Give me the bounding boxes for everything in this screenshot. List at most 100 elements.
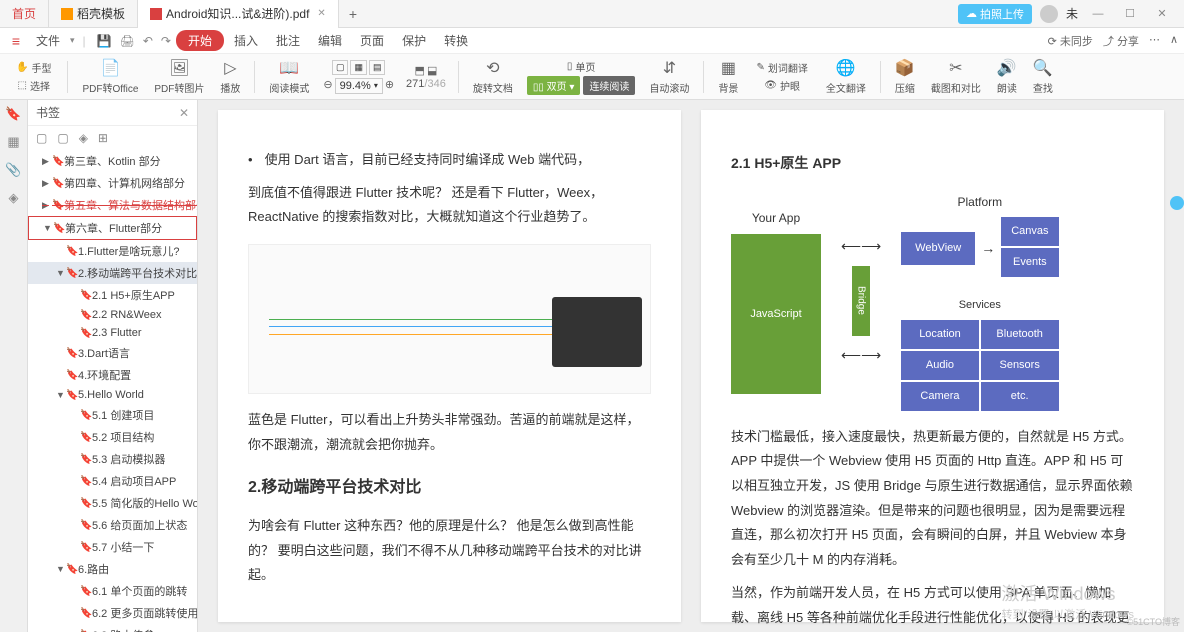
app-menu-icon[interactable]: ≡: [6, 31, 26, 51]
save-icon[interactable]: 💾: [94, 34, 115, 48]
fit-icon-1[interactable]: ⬒: [415, 64, 425, 77]
thumbnail-panel-icon[interactable]: ▦: [6, 134, 22, 150]
bookmark-item[interactable]: 🔖5.4 启动项目APP: [28, 470, 197, 492]
read-aloud[interactable]: 🔊朗读: [991, 58, 1023, 95]
continuous-read[interactable]: 连续阅读: [583, 76, 635, 95]
redo-icon[interactable]: ↷: [158, 34, 174, 48]
more-icon[interactable]: ⋯: [1149, 33, 1160, 49]
bookmark-item[interactable]: 🔖2.1 H5+原生APP: [28, 284, 197, 306]
bm-tool-1[interactable]: ▢: [36, 131, 47, 145]
rotate[interactable]: ⟲旋转文档: [467, 58, 519, 95]
bookmark-item[interactable]: 🔖2.3 Flutter: [28, 324, 197, 342]
rotate-icon: ⟲: [483, 58, 503, 78]
tab-file[interactable]: Android知识...试&进阶).pdf✕: [138, 0, 339, 28]
menu-annotate[interactable]: 批注: [268, 29, 308, 52]
bookmark-item[interactable]: 🔖6.2 更多页面跳转使用路由表: [28, 602, 197, 624]
select-tool[interactable]: ⬚选择: [14, 77, 54, 94]
screenshot-compare[interactable]: ✂截图和对比: [925, 58, 987, 95]
sync-status[interactable]: ⟳ 未同步: [1048, 33, 1093, 49]
compress[interactable]: 📦压缩: [889, 58, 921, 95]
cloud-icon: ☁: [966, 7, 977, 20]
menu-protect[interactable]: 保护: [394, 29, 434, 52]
bookmark-item[interactable]: ▶🔖第五章、算法与数据结构部分: [28, 194, 197, 216]
tab-template[interactable]: 稻壳模板: [49, 0, 138, 28]
panel-close-icon[interactable]: ✕: [179, 106, 189, 120]
bookmark-item[interactable]: 🔖5.5 简化版的Hello World: [28, 492, 197, 514]
view-icon-3[interactable]: ▤: [369, 60, 386, 75]
bookmark-tree: ▶🔖第三章、Kotlin 部分▶🔖第四章、计算机网络部分▶🔖第五章、算法与数据结…: [28, 150, 197, 632]
view-icon-1[interactable]: ▢: [332, 60, 349, 75]
bookmark-item[interactable]: 🔖5.2 项目结构: [28, 426, 197, 448]
document-viewport[interactable]: 使用 Dart 语言，目前已经支持同时编译成 Web 端代码， 到底值不值得跟进…: [198, 100, 1184, 632]
tab-home[interactable]: 首页: [0, 0, 49, 28]
minimize-button[interactable]: —: [1086, 8, 1110, 20]
find[interactable]: 🔍查找: [1027, 58, 1059, 95]
bookmark-item[interactable]: 🔖5.1 创建项目: [28, 404, 197, 426]
bm-tool-3[interactable]: ◈: [79, 131, 88, 145]
bg-icon: ▦: [718, 58, 738, 78]
cloud-upload-button[interactable]: ☁拍照上传: [958, 4, 1032, 24]
bookmark-item[interactable]: ▶🔖第四章、计算机网络部分: [28, 172, 197, 194]
bookmark-item[interactable]: 🔖5.7 小结一下: [28, 536, 197, 558]
close-icon[interactable]: ✕: [317, 8, 325, 19]
bookmark-item[interactable]: ▼🔖2.移动端跨平台技术对比: [28, 262, 197, 284]
panel-title: 书签: [36, 104, 60, 121]
double-page[interactable]: ▯▯ 双页 ▾: [527, 76, 581, 95]
attachment-panel-icon[interactable]: 📎: [6, 162, 22, 178]
bookmark-item[interactable]: 🔖4.环境配置: [28, 364, 197, 386]
bookmark-item[interactable]: 🔖6.3 路由传参: [28, 624, 197, 632]
hand-tool[interactable]: ✋手型: [12, 59, 55, 76]
undo-icon[interactable]: ↶: [140, 34, 156, 48]
auto-scroll[interactable]: ⇵自动滚动: [643, 58, 695, 95]
full-translate[interactable]: 🌐全文翻译: [820, 58, 872, 95]
bookmark-item[interactable]: ▼🔖第六章、Flutter部分: [28, 216, 197, 240]
camera-icon: ✂: [946, 58, 966, 78]
speaker-icon: 🔊: [997, 58, 1017, 78]
bookmark-item[interactable]: 🔖6.1 单个页面的跳转: [28, 580, 197, 602]
corner-tag: ©51CTO博客: [1127, 615, 1180, 628]
menu-insert[interactable]: 插入: [226, 29, 266, 52]
print-icon[interactable]: 🖨: [117, 34, 138, 48]
username: 未: [1066, 5, 1078, 22]
menu-convert[interactable]: 转换: [436, 29, 476, 52]
bm-tool-2[interactable]: ▢: [57, 131, 68, 145]
bookmark-item[interactable]: ▶🔖第三章、Kotlin 部分: [28, 150, 197, 172]
floating-action-icon[interactable]: [1170, 196, 1184, 210]
bookmark-panel-icon[interactable]: 🔖: [6, 106, 22, 122]
play[interactable]: ▷播放: [214, 58, 246, 95]
scribble-translate[interactable]: ✎划词翻译: [752, 59, 811, 76]
bookmark-item[interactable]: 🔖5.3 启动模拟器: [28, 448, 197, 470]
menu-page[interactable]: 页面: [352, 29, 392, 52]
page-number[interactable]: 271/346: [406, 78, 446, 90]
read-mode[interactable]: 📖阅读模式: [263, 58, 315, 95]
zoom-level[interactable]: 99.4%▾: [335, 78, 383, 94]
single-page[interactable]: ▯单页: [563, 58, 600, 75]
pdf-to-image[interactable]: 🖼PDF转图片: [148, 58, 210, 95]
view-icon-2[interactable]: ▦: [350, 60, 367, 75]
close-button[interactable]: ✕: [1150, 7, 1174, 20]
bookmark-item[interactable]: 🔖5.6 给页面加上状态: [28, 514, 197, 536]
zoom-out-icon[interactable]: ⊖: [323, 78, 332, 94]
layers-panel-icon[interactable]: ◈: [6, 190, 22, 206]
pdf-to-office[interactable]: 📄PDF转Office: [76, 58, 144, 95]
menu-file[interactable]: 文件: [28, 29, 68, 52]
bookmark-item[interactable]: ▼🔖6.路由: [28, 558, 197, 580]
eye-protect[interactable]: 👁护眼: [760, 77, 804, 94]
menu-start[interactable]: 开始: [176, 30, 224, 51]
menu-edit[interactable]: 编辑: [310, 29, 350, 52]
background[interactable]: ▦背景: [712, 58, 744, 95]
architecture-diagram: Your App JavaScript ⟵⟶ Bridge ⟵⟶ Platfor…: [731, 191, 1134, 411]
pdf-icon: [150, 8, 162, 20]
bm-tool-4[interactable]: ⊞: [98, 131, 108, 145]
fit-icon-2[interactable]: ⬓: [427, 64, 437, 77]
collapse-icon[interactable]: ∧: [1170, 33, 1178, 49]
bookmark-item[interactable]: ▼🔖5.Hello World: [28, 386, 197, 404]
bookmark-item[interactable]: 🔖1.Flutter是啥玩意儿?: [28, 240, 197, 262]
tab-add[interactable]: +: [339, 6, 367, 22]
bookmark-item[interactable]: 🔖2.2 RN&Weex: [28, 306, 197, 324]
avatar[interactable]: [1040, 5, 1058, 23]
zoom-in-icon[interactable]: ⊕: [385, 78, 394, 94]
bookmark-item[interactable]: 🔖3.Dart语言: [28, 342, 197, 364]
share-button[interactable]: ⤴ 分享: [1103, 33, 1139, 49]
maximize-button[interactable]: ☐: [1118, 7, 1142, 20]
